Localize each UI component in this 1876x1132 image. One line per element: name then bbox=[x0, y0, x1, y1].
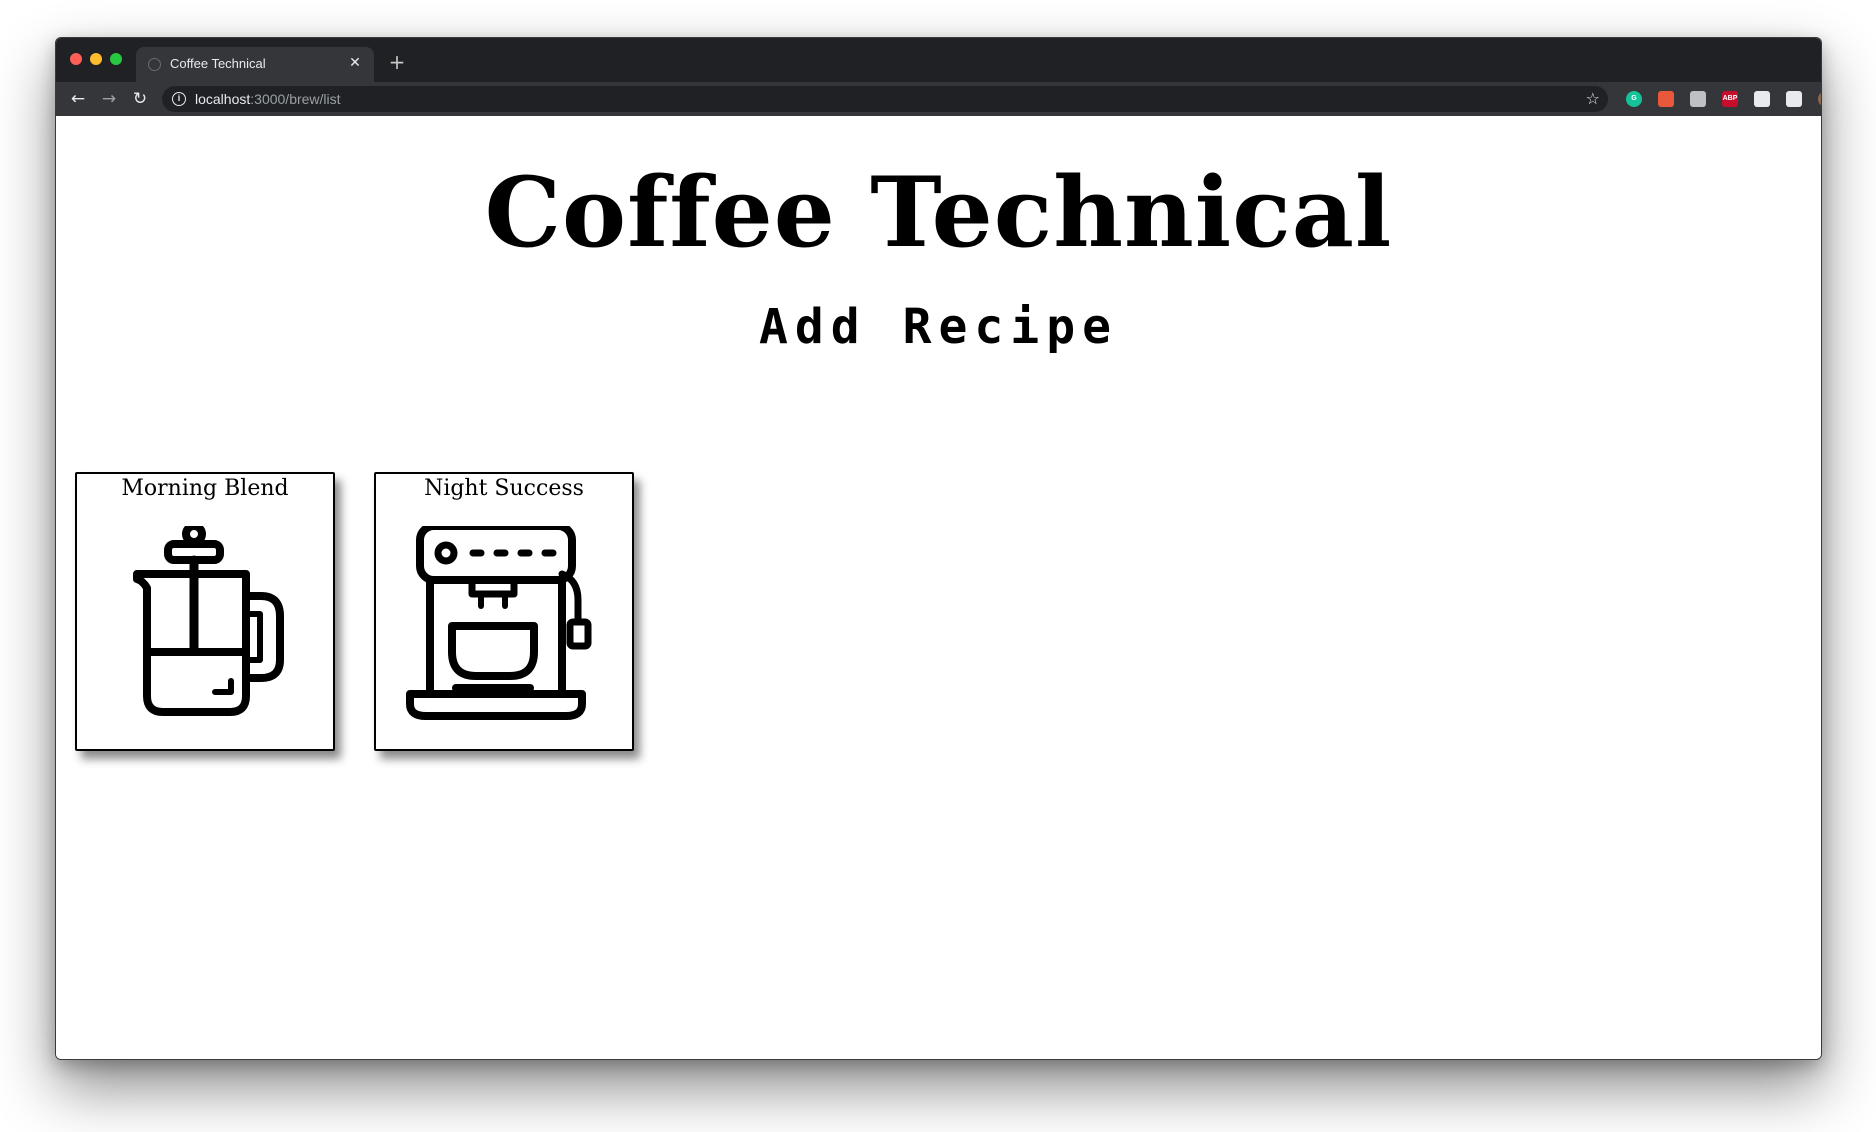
profile-avatar-icon[interactable] bbox=[1818, 91, 1821, 107]
window-minimize-button[interactable] bbox=[90, 53, 102, 65]
site-info-icon[interactable]: i bbox=[172, 92, 186, 106]
browser-toolbar: ← → ↻ i localhost:3000/brew/list ☆ G ABP bbox=[56, 82, 1821, 116]
recipe-card-title: Night Success bbox=[424, 476, 584, 501]
adblock-plus-icon[interactable]: ABP bbox=[1722, 91, 1738, 107]
extension-gray-icon[interactable] bbox=[1690, 91, 1706, 107]
forward-button[interactable]: → bbox=[97, 87, 121, 111]
page-content: Coffee Technical Add Recipe Morning Blen… bbox=[56, 116, 1821, 1059]
tab-strip: Coffee Technical ✕ + bbox=[56, 38, 1821, 82]
globe-favicon-icon bbox=[148, 58, 161, 71]
recipe-card-title: Morning Blend bbox=[121, 476, 289, 501]
page-title: Coffee Technical bbox=[484, 156, 1393, 269]
url-path: :3000/brew/list bbox=[250, 91, 341, 107]
tab-coffee-technical[interactable]: Coffee Technical ✕ bbox=[136, 47, 374, 82]
window-close-button[interactable] bbox=[70, 53, 82, 65]
address-bar[interactable]: i localhost:3000/brew/list ☆ bbox=[162, 86, 1608, 112]
reload-button[interactable]: ↻ bbox=[128, 87, 152, 111]
url-host: localhost bbox=[195, 91, 251, 107]
extension-orange-icon[interactable] bbox=[1658, 91, 1674, 107]
grammarly-icon[interactable]: G bbox=[1626, 91, 1642, 107]
espresso-machine-icon bbox=[406, 526, 592, 720]
recipe-card-night-success[interactable]: Night Success bbox=[374, 472, 634, 751]
back-button[interactable]: ← bbox=[66, 87, 90, 111]
french-press-icon bbox=[133, 526, 284, 716]
new-tab-button[interactable]: + bbox=[386, 51, 408, 73]
bookmark-star-icon[interactable]: ☆ bbox=[1586, 88, 1600, 110]
url-text[interactable]: localhost:3000/brew/list bbox=[195, 91, 341, 107]
window-maximize-button[interactable] bbox=[110, 53, 122, 65]
puzzle-extensions-icon[interactable] bbox=[1754, 91, 1770, 107]
tab-title: Coffee Technical bbox=[170, 56, 266, 71]
add-recipe-link[interactable]: Add Recipe bbox=[56, 299, 1821, 355]
browser-window: Coffee Technical ✕ + ← → ↻ i localhost:3… bbox=[55, 37, 1822, 1060]
recipe-card-morning-blend[interactable]: Morning Blend bbox=[75, 472, 335, 751]
close-tab-icon[interactable]: ✕ bbox=[346, 54, 364, 72]
media-queue-icon[interactable] bbox=[1786, 91, 1802, 107]
